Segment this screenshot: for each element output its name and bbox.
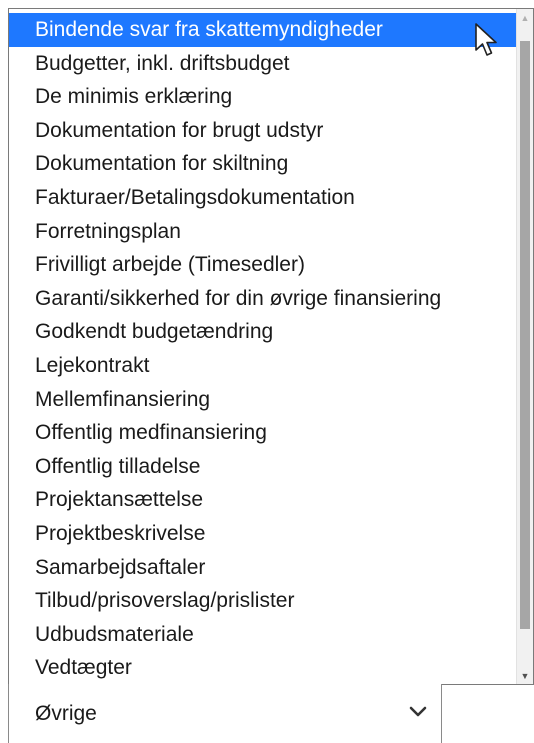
dropdown-option[interactable]: Forretningsplan	[9, 215, 517, 249]
dropdown-option[interactable]: Offentlig medfinansiering	[9, 416, 517, 450]
scroll-down-arrow-icon[interactable]: ▼	[517, 667, 533, 684]
scroll-up-arrow-icon[interactable]: ▲	[517, 9, 533, 26]
dropdown-option[interactable]: Lejekontrakt	[9, 349, 517, 383]
dropdown-listbox[interactable]: Bindende svar fra skattemyndigheder Budge…	[8, 8, 534, 685]
dropdown-option[interactable]: Budgetter, inkl. driftsbudget	[9, 47, 517, 81]
dropdown-option[interactable]: Vedtægter	[9, 651, 517, 684]
dropdown-option[interactable]: Dokumentation for brugt udstyr	[9, 114, 517, 148]
dropdown-option[interactable]: Udbudsmateriale	[9, 618, 517, 652]
dropdown-stage: Bindende svar fra skattemyndigheder Budge…	[0, 0, 534, 743]
dropdown-options-list: Bindende svar fra skattemyndigheder Budge…	[9, 13, 517, 684]
scrollbar[interactable]: ▲ ▼	[516, 9, 533, 684]
dropdown-option[interactable]: Tilbud/prisoverslag/prislister	[9, 584, 517, 618]
dropdown-option[interactable]: Godkendt budgetændring	[9, 315, 517, 349]
dropdown-option[interactable]: Fakturaer/Betalingsdokumentation	[9, 181, 517, 215]
dropdown-option[interactable]: De minimis erklæring	[9, 80, 517, 114]
document-type-select[interactable]: Øvrige	[8, 684, 442, 743]
dropdown-option[interactable]: Mellemfinansiering	[9, 383, 517, 417]
dropdown-option[interactable]: Samarbejdsaftaler	[9, 551, 517, 585]
dropdown-option[interactable]: Frivilligt arbejde (Timesedler)	[9, 248, 517, 282]
dropdown-option[interactable]: Projektansættelse	[9, 483, 517, 517]
mouse-pointer-icon	[475, 23, 497, 56]
dropdown-option[interactable]: Offentlig tilladelse	[9, 450, 517, 484]
dropdown-option[interactable]: Bindende svar fra skattemyndigheder	[9, 13, 517, 47]
dropdown-option[interactable]: Dokumentation for skiltning	[9, 147, 517, 181]
scroll-thumb[interactable]	[520, 41, 530, 629]
chevron-down-icon[interactable]	[409, 706, 427, 718]
dropdown-option[interactable]: Projektbeskrivelse	[9, 517, 517, 551]
dropdown-option[interactable]: Garanti/sikkerhed for din øvrige finansi…	[9, 282, 517, 316]
select-current-value: Øvrige	[35, 702, 97, 725]
